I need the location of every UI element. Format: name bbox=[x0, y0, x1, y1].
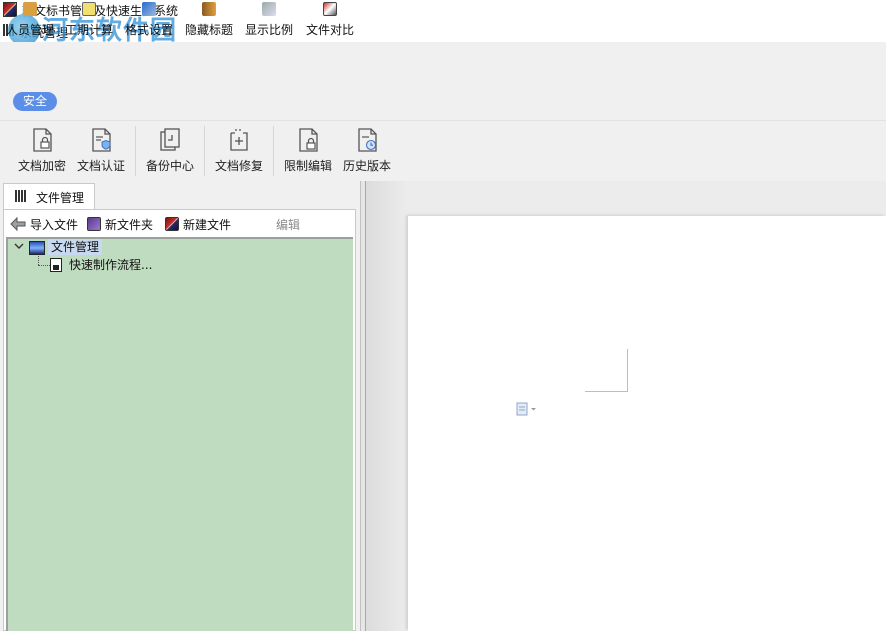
folder-icon bbox=[87, 217, 101, 231]
import-file-button[interactable]: 导入文件 bbox=[10, 215, 78, 233]
tab-file-management-label: 文件管理 bbox=[36, 191, 85, 205]
lock-document-icon bbox=[33, 128, 52, 152]
book-icon bbox=[202, 2, 216, 16]
ribbon-divider bbox=[135, 126, 136, 176]
arrow-left-icon bbox=[10, 217, 26, 231]
tree-item-file-management[interactable]: 文件管理 bbox=[48, 239, 103, 255]
tab-file-management[interactable]: 文件管理 bbox=[3, 183, 95, 209]
main-toolbar bbox=[0, 42, 886, 83]
file-tree bbox=[6, 237, 353, 631]
hide-title-label: 隐藏标题 bbox=[185, 23, 234, 37]
monitor-icon bbox=[29, 241, 45, 255]
tree-connector bbox=[38, 265, 50, 266]
history-versions-button[interactable]: 历史版本 bbox=[339, 127, 395, 179]
books-icon bbox=[15, 190, 27, 205]
new-file-label: 新建文件 bbox=[183, 217, 232, 232]
new-file-button[interactable]: 新建文件 bbox=[165, 215, 231, 233]
people-management-label: 人员管理 bbox=[6, 23, 55, 37]
certified-document-icon bbox=[92, 128, 111, 152]
ribbon-tab-strip bbox=[0, 82, 886, 120]
ribbon-divider bbox=[273, 126, 274, 176]
history-icon bbox=[358, 128, 377, 152]
zoom-ratio-label: 显示比例 bbox=[245, 23, 294, 37]
format-settings-button[interactable]: 格式设置 bbox=[125, 0, 173, 40]
backup-icon bbox=[160, 128, 180, 151]
document-page[interactable] bbox=[408, 216, 886, 631]
people-icon bbox=[23, 2, 37, 16]
edit-label: 编辑 bbox=[276, 217, 301, 232]
file-compare-button[interactable]: 文件对比 bbox=[306, 0, 354, 40]
ribbon-divider bbox=[204, 126, 205, 176]
chevron-down-icon[interactable] bbox=[14, 241, 24, 251]
people-management-button[interactable]: 人员管理 bbox=[6, 0, 54, 40]
restrict-editing-label: 限制编辑 bbox=[283, 159, 332, 173]
repair-document-label: 文档修复 bbox=[214, 159, 263, 173]
hide-title-button[interactable]: 隐藏标题 bbox=[185, 0, 233, 40]
repair-document-button[interactable]: 文档修复 bbox=[211, 127, 267, 179]
schedule-calc-button[interactable]: 工期计算 bbox=[65, 0, 113, 40]
new-folder-button[interactable]: 新文件夹 bbox=[87, 215, 153, 233]
compare-icon bbox=[323, 2, 337, 16]
history-versions-label: 历史版本 bbox=[342, 159, 391, 173]
ribbon-panel bbox=[0, 120, 886, 182]
certify-document-label: 文档认证 bbox=[76, 159, 125, 173]
document-icon bbox=[50, 258, 62, 272]
certify-document-button[interactable]: 文档认证 bbox=[73, 127, 129, 179]
tree-connector bbox=[38, 256, 39, 265]
backup-center-button[interactable]: 备份中心 bbox=[142, 127, 198, 179]
zoom-ratio-button[interactable]: 显示比例 bbox=[245, 0, 293, 40]
format-settings-label: 格式设置 bbox=[125, 23, 174, 37]
encrypt-document-label: 文档加密 bbox=[17, 159, 66, 173]
backup-center-label: 备份中心 bbox=[145, 159, 194, 173]
schedule-calc-label: 工期计算 bbox=[65, 23, 114, 37]
page-margin-marker bbox=[627, 349, 628, 391]
import-file-label: 导入文件 bbox=[30, 217, 79, 232]
new-folder-label: 新文件夹 bbox=[105, 217, 154, 232]
paste-options-icon[interactable] bbox=[516, 402, 538, 416]
restrict-edit-icon bbox=[299, 128, 318, 152]
new-file-icon bbox=[165, 217, 179, 231]
calendar-icon bbox=[82, 2, 96, 16]
zoom-icon bbox=[262, 2, 276, 16]
edit-button[interactable]: 编辑 bbox=[276, 215, 300, 233]
repair-document-icon bbox=[230, 129, 248, 151]
tab-security[interactable]: 安全 bbox=[13, 92, 57, 111]
format-icon bbox=[142, 2, 156, 16]
page-margin-marker bbox=[585, 391, 628, 392]
encrypt-document-button[interactable]: 文档加密 bbox=[14, 127, 70, 179]
tree-item-quick-workflow[interactable]: 快速制作流程... bbox=[69, 257, 152, 273]
restrict-editing-button[interactable]: 限制编辑 bbox=[280, 127, 336, 179]
file-compare-label: 文件对比 bbox=[306, 23, 355, 37]
